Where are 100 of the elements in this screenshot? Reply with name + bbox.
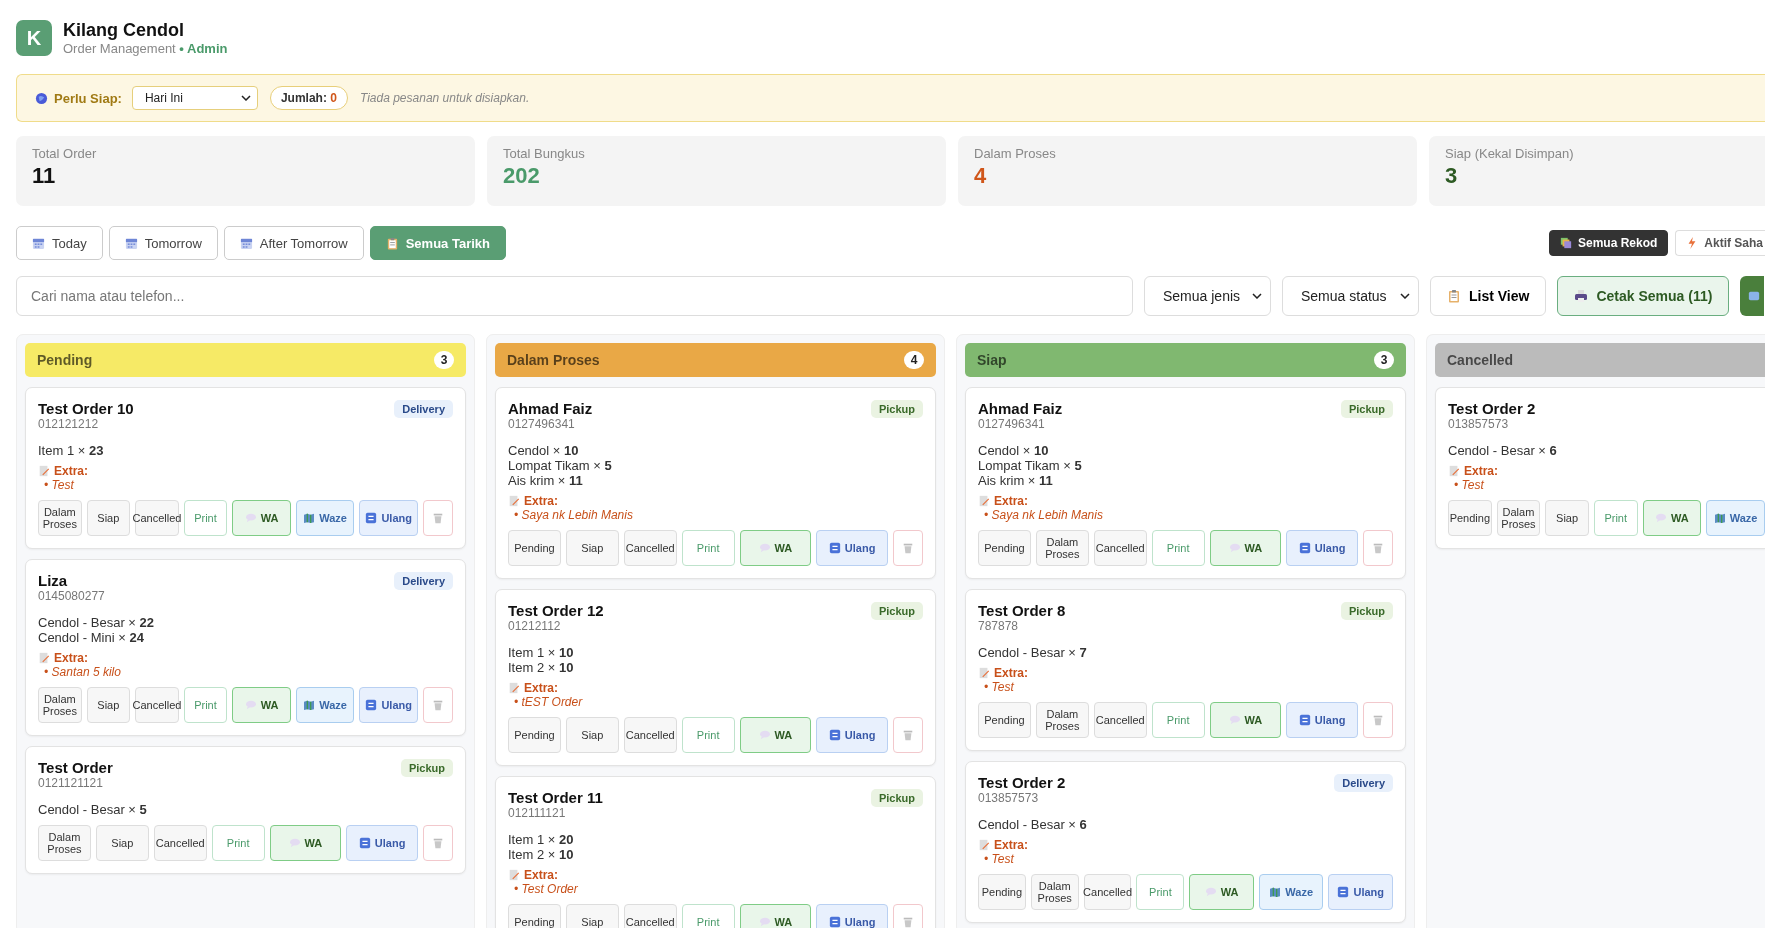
order-item: Ais krim × 11 (978, 473, 1054, 488)
customer-name: Ahmad Faiz (978, 400, 1063, 417)
status-button[interactable]: Dalam Proses (1035, 702, 1089, 738)
delete-button[interactable] (892, 717, 923, 753)
status-button[interactable]: Dalam Proses (1035, 530, 1089, 566)
status-button[interactable]: Siap (565, 530, 619, 566)
repeat-button[interactable]: Ulang (816, 904, 888, 928)
status-button[interactable]: Cancelled (623, 904, 677, 928)
square-icon (1298, 714, 1311, 726)
repeat-button[interactable]: Ulang (1286, 530, 1358, 566)
whatsapp-button[interactable]: WA (739, 904, 812, 928)
whatsapp-button[interactable]: WA (1209, 702, 1282, 738)
print-button[interactable]: Print (1136, 874, 1185, 910)
speech-bubble-icon (244, 700, 257, 710)
delete-button[interactable] (1362, 530, 1393, 566)
print-button[interactable]: Print (211, 825, 265, 861)
waze-button[interactable]: Waze (295, 687, 355, 723)
delete-button[interactable] (423, 687, 453, 723)
trash-icon (1371, 714, 1384, 726)
repeat-button[interactable]: Ulang (1286, 702, 1358, 738)
delete-button[interactable] (422, 825, 453, 861)
status-button[interactable]: Dalam Proses (1496, 500, 1541, 536)
whatsapp-button[interactable]: WA (1189, 874, 1254, 910)
status-button[interactable]: Cancelled (153, 825, 207, 861)
order-item: Cendol × 10 (508, 443, 580, 458)
whatsapp-button[interactable]: WA (739, 717, 812, 753)
whatsapp-button[interactable]: WA (269, 825, 342, 861)
status-button[interactable]: Siap (565, 717, 619, 753)
print-button[interactable]: Print (681, 717, 735, 753)
speech-bubble-icon (1655, 513, 1668, 523)
status-button[interactable]: Dalam Proses (38, 825, 91, 861)
delete-button[interactable] (423, 500, 453, 536)
status-button[interactable]: Pending (978, 702, 1031, 738)
status-button[interactable]: Siap (86, 687, 131, 723)
waze-button[interactable]: Waze (1706, 500, 1765, 536)
record-filter-tab[interactable]: Aktif Saha (1675, 230, 1765, 256)
export-button[interactable] (1740, 276, 1765, 316)
order-item: Cendol - Mini × 24 (38, 630, 145, 645)
app-logo: K (16, 20, 52, 56)
search-field[interactable]: Cari nama atau telefon... (16, 276, 1133, 316)
status-button[interactable]: Siap (565, 904, 619, 928)
customer-name: Test Order 10 (38, 400, 134, 417)
repeat-button[interactable]: Ulang (359, 500, 418, 536)
print-button[interactable]: Print (681, 530, 735, 566)
repeat-button[interactable]: Ulang (1328, 874, 1393, 910)
order-item: Ais krim × 11 (508, 473, 584, 488)
print-button[interactable]: Print (1593, 500, 1638, 536)
print-button[interactable]: Print (1151, 702, 1205, 738)
repeat-button[interactable]: Ulang (816, 530, 888, 566)
whatsapp-button[interactable]: WA (232, 500, 291, 536)
date-filter-tab[interactable]: Tomorrow (108, 226, 218, 260)
status-button[interactable]: Siap (95, 825, 149, 861)
status-button[interactable]: Dalam Proses (38, 687, 82, 723)
repeat-button[interactable]: Ulang (346, 825, 418, 861)
status-button[interactable]: Pending (508, 717, 561, 753)
record-filter-tab[interactable]: Semua Rekod (1548, 230, 1669, 256)
stat-value: 3 (1445, 163, 1459, 189)
status-button[interactable]: Pending (978, 530, 1031, 566)
extra-label: Extra: (524, 494, 558, 508)
status-button[interactable]: Pending (1448, 500, 1492, 536)
date-filter-tab[interactable]: Today (16, 226, 103, 260)
order-type-tag: Pickup (1340, 400, 1393, 418)
print-all-button[interactable]: Cetak Semua (11) (1557, 276, 1730, 316)
whatsapp-button[interactable]: WA (232, 687, 291, 723)
status-button[interactable]: Cancelled (135, 687, 179, 723)
date-filter-tab[interactable]: After Tomorrow (223, 226, 364, 260)
status-button[interactable]: Cancelled (135, 500, 179, 536)
status-button[interactable]: Cancelled (1093, 530, 1147, 566)
day-select[interactable]: Hari Ini (131, 86, 258, 110)
whatsapp-button[interactable]: WA (1209, 530, 1282, 566)
stat-label: Total Order (32, 146, 98, 161)
print-button[interactable]: Print (1151, 530, 1205, 566)
status-button[interactable]: Pending (978, 874, 1026, 910)
extra-note: • Test (983, 680, 1015, 694)
print-button[interactable]: Print (681, 904, 735, 928)
chevron-down-icon (1252, 293, 1262, 299)
status-button[interactable]: Pending (508, 530, 561, 566)
status-button[interactable]: Siap (86, 500, 131, 536)
status-button[interactable]: Siap (1545, 500, 1589, 536)
type-select[interactable]: Semua jenis (1144, 276, 1271, 316)
speech-bubble-icon (288, 838, 301, 848)
status-select[interactable]: Semua status (1282, 276, 1419, 316)
repeat-button[interactable]: Ulang (816, 717, 888, 753)
status-button[interactable]: Cancelled (1083, 874, 1132, 910)
status-button[interactable]: Cancelled (1093, 702, 1147, 738)
print-button[interactable]: Print (183, 687, 228, 723)
status-button[interactable]: Cancelled (623, 530, 677, 566)
waze-button[interactable]: Waze (1258, 874, 1324, 910)
list-view-button[interactable]: List View (1430, 276, 1547, 316)
status-button[interactable]: Cancelled (623, 717, 677, 753)
status-button[interactable]: Pending (508, 904, 561, 928)
whatsapp-button[interactable]: WA (1642, 500, 1702, 536)
status-button[interactable]: Dalam Proses (38, 500, 82, 536)
delete-button[interactable] (1362, 702, 1393, 738)
print-button[interactable]: Print (183, 500, 228, 536)
delete-button[interactable] (892, 530, 923, 566)
status-button[interactable]: Dalam Proses (1030, 874, 1079, 910)
whatsapp-button[interactable]: WA (739, 530, 812, 566)
waze-button[interactable]: Waze (295, 500, 355, 536)
repeat-button[interactable]: Ulang (359, 687, 418, 723)
